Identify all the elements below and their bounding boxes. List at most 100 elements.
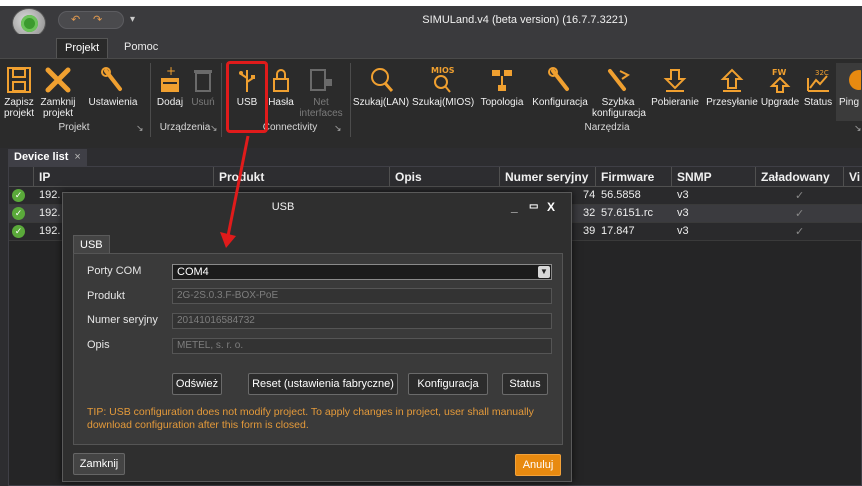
quick-config-label-2: konfiguracja (592, 108, 646, 119)
column-header-ip[interactable]: IP (39, 170, 50, 184)
upgrade-label: Upgrade (760, 97, 800, 108)
minimize-icon[interactable]: _ (511, 200, 518, 214)
cell-serial: 74 (583, 189, 596, 201)
download-button[interactable]: Pobieranie (646, 63, 704, 121)
maximize-icon[interactable]: ▭ (529, 201, 538, 212)
cell-serial: 39 (583, 225, 596, 237)
upload-button[interactable]: Przesyłanie (704, 63, 760, 121)
status-label: Status (803, 97, 833, 108)
save-label-1: Zapisz (4, 97, 34, 108)
configuration-button[interactable]: Konfiguracja (408, 373, 488, 395)
ping-icon (849, 70, 861, 90)
close-project-label-1: Zamknij (40, 97, 76, 108)
dialog-title-bar[interactable]: USB _ ▭ X (63, 193, 571, 221)
settings-button[interactable]: Ustawienia (80, 63, 146, 121)
column-separator (755, 167, 756, 187)
column-header-snmp[interactable]: SNMP (677, 170, 712, 184)
column-separator (33, 167, 34, 187)
network-icon (310, 69, 332, 91)
close-x-icon (45, 67, 71, 93)
produkt-label: Produkt (87, 290, 125, 302)
com-port-select[interactable]: COM4 ▼ (172, 264, 552, 280)
quick-config-button[interactable]: Szybka konfiguracja (592, 63, 646, 121)
close-icon[interactable]: X (547, 200, 555, 214)
net-interfaces-button[interactable]: Net interfaces (298, 63, 344, 121)
column-header-zaladowany[interactable]: Załadowany (761, 170, 830, 184)
column-separator (843, 167, 844, 187)
column-separator (499, 167, 500, 187)
search-mios-label: Szukaj(MIOS) (412, 97, 475, 108)
column-separator (389, 167, 390, 187)
column-separator (671, 167, 672, 187)
projekt-launcher-icon[interactable]: ↘ (136, 123, 144, 134)
tab-projekt[interactable]: Projekt (56, 38, 109, 58)
firmware-upgrade-icon: FW (769, 68, 791, 93)
porty-com-label: Porty COM (87, 265, 142, 277)
wrench-icon (101, 67, 122, 91)
numer-seryjny-field[interactable]: 20141016584732 (172, 313, 552, 329)
tab-device-list[interactable]: Device list × (8, 149, 87, 166)
magnifier-icon (371, 68, 394, 92)
remove-device-button[interactable]: Usuń (188, 63, 218, 121)
document-tab-bar: Device list × (0, 148, 862, 166)
opis-label: Opis (87, 339, 110, 351)
search-lan-button[interactable]: Szukaj(LAN) (352, 63, 410, 121)
column-header-vi[interactable]: Vi (849, 170, 860, 184)
topology-button[interactable]: Topologia (476, 63, 528, 121)
column-header-opis[interactable]: Opis (395, 170, 422, 184)
search-mios-button[interactable]: MIOS Szukaj(MIOS) (412, 63, 474, 121)
status-button[interactable]: 32C Status (800, 63, 836, 121)
net-label-1: Net (313, 97, 329, 108)
configuration-button[interactable]: Konfiguracja (530, 63, 590, 121)
upload-arrow-icon (720, 68, 744, 92)
search-lan-label: Szukaj(LAN) (352, 97, 410, 108)
grid-header: IP Produkt Opis Numer seryjny Firmware S… (9, 167, 862, 187)
close-project-button[interactable]: Zamknij projekt (38, 63, 78, 121)
ribbon-separator (150, 63, 151, 137)
opis-field[interactable]: METEL, s. r. o. (172, 338, 552, 354)
cell-firmware: 17.847 (601, 225, 635, 237)
column-header-produkt[interactable]: Produkt (219, 170, 264, 184)
mios-badge: MIOS (431, 66, 455, 75)
status-button[interactable]: Status (502, 373, 548, 395)
narzedzia-launcher-icon[interactable]: ↘ (854, 123, 862, 134)
loaded-check-icon[interactable]: ✓ (795, 207, 804, 220)
ok-check-icon: ✓ (12, 225, 25, 238)
quick-config-label-1: Szybka (601, 97, 635, 108)
column-header-firmware[interactable]: Firmware (601, 170, 654, 184)
column-header-numer-seryjny[interactable]: Numer seryjny (505, 170, 588, 184)
passwords-button[interactable]: Hasła (266, 63, 296, 121)
close-icon[interactable]: × (74, 151, 80, 163)
cell-ip: 192. (39, 189, 61, 201)
settings-label: Ustawienia (88, 97, 138, 108)
add-device-button[interactable]: + Dodaj (154, 63, 186, 121)
cell-ip: 192. (39, 225, 61, 237)
trash-icon (194, 70, 212, 92)
cell-snmp: v3 (677, 225, 689, 237)
connectivity-launcher-icon[interactable]: ↘ (334, 123, 342, 134)
tab-pomoc[interactable]: Pomoc (116, 38, 166, 58)
cancel-button[interactable]: Anuluj (515, 454, 561, 476)
status-chart-icon: 32C (807, 69, 829, 92)
save-project-button[interactable]: Zapisz projekt (2, 63, 36, 121)
chevron-down-icon[interactable]: ▼ (538, 266, 550, 278)
passwords-label: Hasła (268, 97, 294, 108)
upgrade-button[interactable]: FW Upgrade (760, 63, 800, 121)
quick-config-icon (608, 69, 630, 91)
ribbon: Zapisz projekt Zamknij projekt Ustawienia … (0, 58, 862, 148)
loaded-check-icon[interactable]: ✓ (795, 225, 804, 238)
refresh-button[interactable]: Odśwież (172, 373, 222, 395)
ping-button[interactable]: Ping (836, 63, 862, 121)
usb-highlight-box (226, 61, 268, 133)
close-button[interactable]: Zamknij (73, 453, 125, 475)
loaded-check-icon[interactable]: ✓ (795, 189, 804, 202)
download-arrow-icon (663, 69, 687, 92)
urzadzenia-launcher-icon[interactable]: ↘ (210, 123, 218, 134)
configuration-label: Konfiguracja (532, 97, 588, 108)
dialog-tab-usb[interactable]: USB (73, 235, 110, 254)
factory-reset-button[interactable]: Reset (ustawienia fabryczne) (248, 373, 398, 395)
net-label-2: interfaces (299, 108, 343, 119)
produkt-field[interactable]: 2G-2S.0.3.F-BOX-PoE (172, 288, 552, 304)
ribbon-separator (221, 63, 222, 137)
temperature-badge: 32C (815, 69, 829, 77)
